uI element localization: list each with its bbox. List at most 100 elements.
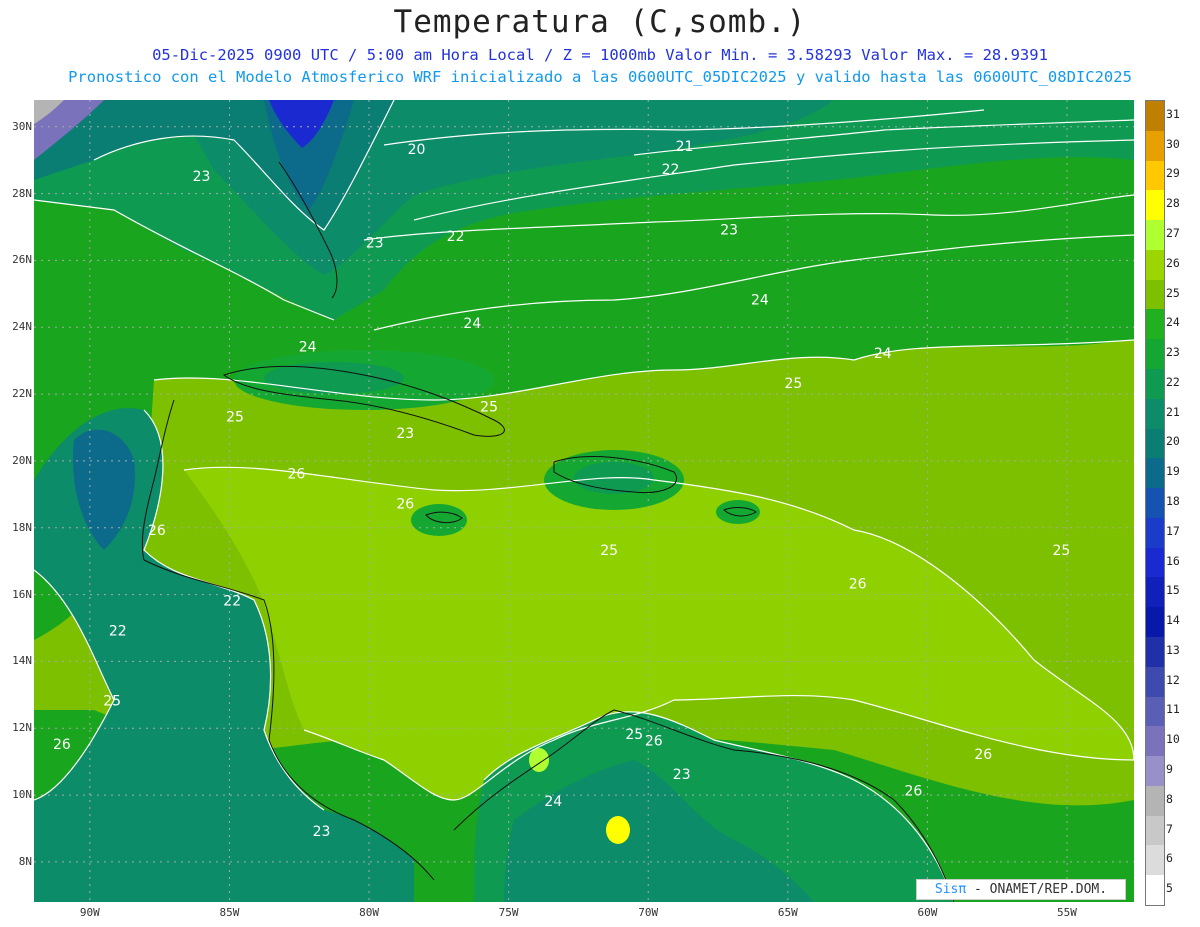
isotherm-label: 24 <box>463 316 481 332</box>
isotherm-label: 23 <box>720 222 738 238</box>
isotherm-label: 23 <box>396 426 414 442</box>
lat-tick-label: 24N <box>12 320 32 334</box>
isotherm-label: 25 <box>226 409 244 425</box>
colorbar-swatch <box>1146 607 1164 638</box>
colorbar-swatch <box>1146 428 1164 459</box>
colorbar-swatch <box>1146 309 1164 340</box>
lon-tick-label: 60W <box>917 906 938 919</box>
temperature-colorbar <box>1145 100 1165 906</box>
isotherm-label: 24 <box>299 339 317 355</box>
colorbar-label: 9 <box>1166 762 1173 776</box>
colorbar-label: 28 <box>1166 196 1180 211</box>
map-title: Temperatura (C,somb.) <box>393 4 807 40</box>
colorbar-label: 27 <box>1166 226 1180 240</box>
colorbar-swatch <box>1146 577 1164 608</box>
lat-tick-label: 30N <box>12 119 32 133</box>
colorbar-swatch <box>1146 101 1164 132</box>
isotherm-label: 25 <box>103 694 121 710</box>
colorbar-label: 13 <box>1166 642 1180 657</box>
colorbar-swatch <box>1146 130 1164 162</box>
colorbar-swatch <box>1146 726 1164 757</box>
isotherm-label: 25 <box>1052 543 1070 559</box>
lon-tick-label: 75W <box>498 906 519 919</box>
colorbar-swatch <box>1146 249 1164 281</box>
colorbar-swatch <box>1146 637 1164 668</box>
colorbar-swatch <box>1146 488 1164 519</box>
colorbar-label: 15 <box>1166 583 1180 598</box>
lat-tick-label: 16N <box>12 587 32 601</box>
isotherm-label: 24 <box>544 794 562 810</box>
colorbar-label: 30 <box>1166 136 1180 151</box>
colorbar-swatch <box>1146 756 1164 787</box>
isotherm-label: 26 <box>905 784 923 800</box>
colorbar-label: 31 <box>1166 106 1180 121</box>
colorbar-swatch <box>1146 547 1164 578</box>
lat-tick-label: 8N <box>18 854 32 868</box>
colorbar-swatch <box>1146 696 1164 727</box>
isotherm-label: 23 <box>673 767 691 783</box>
colorbar-label: 6 <box>1166 851 1173 866</box>
isotherm-label: 25 <box>600 543 618 559</box>
colorbar-swatch <box>1146 785 1164 817</box>
isotherm-label: 26 <box>396 496 414 512</box>
colorbar-label: 7 <box>1166 821 1173 836</box>
colorbar-label: 24 <box>1166 315 1180 330</box>
colorbar-swatch <box>1146 279 1164 310</box>
isotherm-label: 26 <box>53 737 71 753</box>
colorbar-swatch <box>1146 815 1164 846</box>
lon-tick-label: 85W <box>219 906 240 919</box>
colorbar-label: 8 <box>1166 791 1173 806</box>
isotherm-label: 24 <box>751 293 769 309</box>
isotherm-label: 22 <box>447 229 465 245</box>
lat-tick-label: 22N <box>12 387 32 401</box>
colorbar-swatch <box>1146 398 1164 430</box>
colorbar-label: 26 <box>1166 255 1180 270</box>
isotherm-label: 22 <box>109 623 127 639</box>
credit-box: Sisπ - ONAMET/REP.DOM. <box>916 879 1126 900</box>
isotherm-label: 25 <box>480 399 498 415</box>
isotherm-label: 26 <box>148 523 166 539</box>
colorbar-label: 23 <box>1166 345 1180 360</box>
field-venezuela-warm-spot <box>606 816 630 844</box>
colorbar-label: 11 <box>1166 702 1180 717</box>
colorbar-label: 18 <box>1166 494 1180 508</box>
lon-tick-label: 70W <box>638 906 659 919</box>
lat-tick-label: 10N <box>12 788 32 802</box>
isotherm-label: 22 <box>662 162 680 178</box>
lat-tick-label: 14N <box>12 654 32 668</box>
isotherm-label: 23 <box>193 169 211 185</box>
colorbar-label: 17 <box>1166 523 1180 538</box>
colorbar-swatch <box>1146 339 1164 370</box>
lat-tick-label: 26N <box>12 253 32 267</box>
isotherm-label: 21 <box>676 139 694 155</box>
isotherm-label: 20 <box>408 142 426 158</box>
forecast-time-subtitle: 05-Dic-2025 0900 UTC / 5:00 am Hora Loca… <box>152 46 1048 64</box>
isotherm-label: 26 <box>645 734 663 750</box>
field-puerto-rico-cool <box>716 500 760 524</box>
isotherm-label: 22 <box>223 593 241 609</box>
lat-tick-label: 12N <box>12 721 32 735</box>
lat-tick-label: 28N <box>12 186 32 200</box>
credit-org: - ONAMET/REP.DOM. <box>966 882 1108 897</box>
isotherm-label: 26 <box>288 466 306 482</box>
lon-tick-label: 65W <box>777 906 798 919</box>
colorbar-swatch <box>1146 875 1164 906</box>
colorbar-label: 16 <box>1166 553 1180 568</box>
lon-tick-label: 90W <box>79 906 100 919</box>
colorbar-swatch <box>1146 666 1164 698</box>
colorbar-swatch <box>1146 845 1164 876</box>
colorbar-label: 22 <box>1166 374 1180 389</box>
isotherm-label: 23 <box>313 824 331 840</box>
colorbar-label: 21 <box>1166 404 1180 419</box>
sispi-brand: Sisπ <box>934 882 967 897</box>
model-run-subtitle: Pronostico con el Modelo Atmosferico WRF… <box>68 68 1132 86</box>
colorbar-label: 5 <box>1166 881 1173 896</box>
isotherm-label: 25 <box>784 376 802 392</box>
isotherm-label: 25 <box>625 727 643 743</box>
colorbar-label: 25 <box>1166 285 1180 300</box>
isotherm-label: 23 <box>366 236 384 252</box>
colorbar-label: 12 <box>1166 672 1180 687</box>
lat-tick-label: 20N <box>12 453 32 467</box>
lat-tick-label: 18N <box>12 520 32 534</box>
colorbar-swatch <box>1146 220 1164 251</box>
